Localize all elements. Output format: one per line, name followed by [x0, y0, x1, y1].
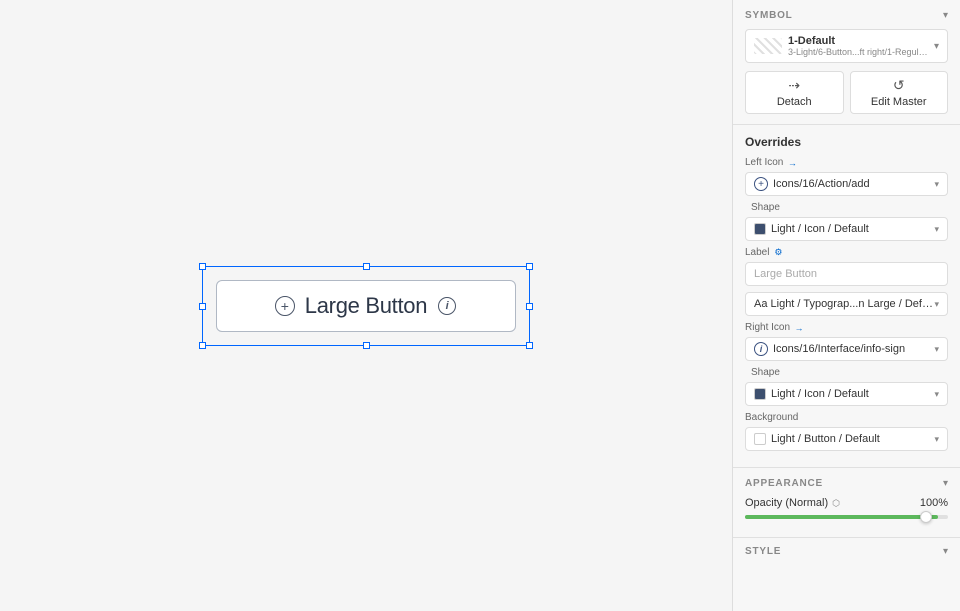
- detach-label: Detach: [777, 96, 812, 108]
- symbol-path: 3-Light/6-Button...ft right/1-Regular/: [788, 47, 928, 57]
- opacity-label: Opacity (Normal) ⬡: [745, 497, 840, 509]
- button-left-icon: +: [275, 296, 295, 316]
- right-icon-value: Icons/16/Interface/info-sign: [773, 343, 905, 355]
- detach-icon: ⇢: [788, 77, 800, 94]
- overrides-section: Overrides Left Icon → + Icons/16/Action/…: [733, 125, 960, 468]
- appearance-title: APPEARANCE: [745, 478, 823, 489]
- overrides-title: Overrides: [745, 135, 948, 149]
- opacity-value: 100%: [920, 497, 948, 509]
- background-chevron: ▾: [934, 434, 939, 445]
- info-icon-indicator: i: [754, 342, 768, 356]
- right-icon-label: Right Icon →: [745, 322, 948, 333]
- label-placeholder: Large Button: [754, 268, 817, 280]
- left-icon-link-icon: →: [787, 158, 797, 168]
- opacity-handle[interactable]: [920, 511, 932, 523]
- left-icon-chevron: ▾: [934, 179, 939, 190]
- handle-br[interactable]: [526, 342, 533, 349]
- handle-mr[interactable]: [526, 303, 533, 310]
- symbol-header: SYMBOL ▾: [745, 10, 948, 21]
- opacity-fill: [745, 515, 938, 519]
- label-link-icon: ⚙: [773, 248, 783, 258]
- left-shape-content: Light / Icon / Default: [754, 223, 934, 235]
- background-content: Light / Button / Default: [754, 433, 934, 445]
- handle-tr[interactable]: [526, 263, 533, 270]
- style-header: STYLE ▾: [745, 546, 948, 557]
- label-typography-chevron: ▾: [934, 299, 939, 310]
- label-text-input[interactable]: Large Button: [745, 262, 948, 286]
- opacity-slider[interactable]: [745, 515, 948, 519]
- edit-master-icon: ↺: [893, 77, 905, 94]
- symbol-chevron-icon: ▾: [943, 10, 948, 21]
- style-chevron-icon: ▾: [943, 546, 948, 557]
- button-preview[interactable]: + Large Button i: [216, 280, 516, 332]
- appearance-section: APPEARANCE ▾ Opacity (Normal) ⬡ 100%: [733, 468, 960, 538]
- symbol-section: SYMBOL ▾ 1-Default 3-Light/6-Button...ft…: [733, 0, 960, 125]
- right-icon-chevron: ▾: [934, 344, 939, 355]
- appearance-chevron-icon: ▾: [943, 478, 948, 489]
- right-shape-select[interactable]: Light / Icon / Default ▾: [745, 382, 948, 406]
- detach-button[interactable]: ⇢ Detach: [745, 71, 844, 114]
- background-select[interactable]: Light / Button / Default ▾: [745, 427, 948, 451]
- background-value: Light / Button / Default: [771, 433, 880, 445]
- opacity-row: Opacity (Normal) ⬡ 100%: [745, 497, 948, 509]
- symbol-title: SYMBOL: [745, 10, 793, 21]
- label-typography-value: Aa Light / Typograp...n Large / Default: [754, 298, 934, 310]
- symbol-info: 1-Default 3-Light/6-Button...ft right/1-…: [788, 35, 928, 57]
- add-circle-icon: +: [275, 296, 295, 316]
- symbol-name: 1-Default: [788, 35, 928, 47]
- symbol-preview-thumbnail: [754, 38, 782, 54]
- symbol-action-buttons: ⇢ Detach ↺ Edit Master: [745, 71, 948, 114]
- label-typography-content: Aa Light / Typograp...n Large / Default: [754, 298, 934, 310]
- right-shape-chevron: ▾: [934, 389, 939, 400]
- left-icon-value: Icons/16/Action/add: [773, 178, 870, 190]
- style-section: STYLE ▾: [733, 538, 960, 565]
- left-shape-label: Shape: [745, 202, 948, 213]
- label-typography-select[interactable]: Aa Light / Typograp...n Large / Default …: [745, 292, 948, 316]
- right-icon-select[interactable]: i Icons/16/Interface/info-sign ▾: [745, 337, 948, 361]
- right-panel: SYMBOL ▾ 1-Default 3-Light/6-Button...ft…: [732, 0, 960, 611]
- right-icon-select-content: i Icons/16/Interface/info-sign: [754, 342, 934, 356]
- left-shape-select[interactable]: Light / Icon / Default ▾: [745, 217, 948, 241]
- add-icon-indicator: +: [754, 177, 768, 191]
- right-icon-link-icon: →: [794, 323, 804, 333]
- left-icon-label: Left Icon →: [745, 157, 948, 168]
- left-shape-value: Light / Icon / Default: [771, 223, 869, 235]
- right-shape-content: Light / Icon / Default: [754, 388, 934, 400]
- button-right-icon: i: [437, 296, 457, 316]
- canvas: + Large Button i: [0, 0, 732, 611]
- label-field-label: Label ⚙: [745, 247, 948, 258]
- left-shape-chevron: ▾: [934, 224, 939, 235]
- right-shape-value: Light / Icon / Default: [771, 388, 869, 400]
- edit-master-button[interactable]: ↺ Edit Master: [850, 71, 949, 114]
- appearance-header: APPEARANCE ▾: [745, 478, 948, 489]
- symbol-dropdown-icon: ▾: [934, 41, 939, 52]
- left-icon-select-content: + Icons/16/Action/add: [754, 177, 934, 191]
- left-icon-select[interactable]: + Icons/16/Action/add ▾: [745, 172, 948, 196]
- right-shape-label: Shape: [745, 367, 948, 378]
- symbol-row[interactable]: 1-Default 3-Light/6-Button...ft right/1-…: [745, 29, 948, 63]
- handle-ml[interactable]: [199, 303, 206, 310]
- handle-tc[interactable]: [363, 263, 370, 270]
- right-shape-swatch: [754, 388, 766, 400]
- left-shape-swatch: [754, 223, 766, 235]
- handle-tl[interactable]: [199, 263, 206, 270]
- opacity-spinner-icon[interactable]: ⬡: [832, 498, 840, 509]
- button-label: Large Button: [305, 293, 427, 319]
- info-circle-icon: i: [438, 297, 456, 315]
- handle-bl[interactable]: [199, 342, 206, 349]
- edit-master-label: Edit Master: [871, 96, 927, 108]
- background-swatch: [754, 433, 766, 445]
- style-title: STYLE: [745, 546, 781, 557]
- handle-bc[interactable]: [363, 342, 370, 349]
- background-label: Background: [745, 412, 948, 423]
